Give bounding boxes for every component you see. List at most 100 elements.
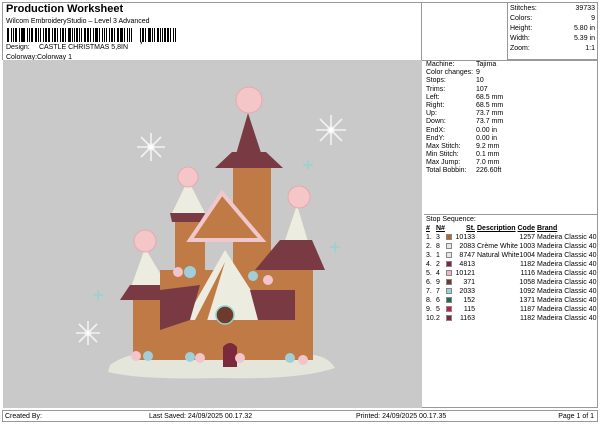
footer: Created By: Last Saved: 24/09/2025 00.17… bbox=[2, 410, 598, 422]
stitch-count: 10133 bbox=[455, 234, 475, 241]
needle-number: 2 bbox=[436, 315, 440, 322]
info-row: Trims: 107 bbox=[424, 86, 598, 94]
info-label: Right: bbox=[426, 101, 445, 109]
thread-description: Natural White bbox=[477, 252, 520, 259]
design-summary: Stitches: 39733 Colors: 9 Height: 5.80 in Widt… bbox=[507, 2, 598, 60]
info-row: Total Bobbin: 226.60ft bbox=[424, 167, 598, 175]
barcode-bar bbox=[126, 28, 128, 42]
details-panel: Machine: Tajima Color changes: 9 Stops: 10 Tri… bbox=[422, 60, 598, 408]
thread-code: 1058 bbox=[519, 279, 535, 286]
stitch-count: 8747 bbox=[459, 252, 475, 259]
color-swatch bbox=[446, 252, 452, 258]
info-label: Width: bbox=[510, 35, 530, 42]
info-value: 0.1 mm bbox=[476, 151, 500, 159]
info-label: Trims: bbox=[426, 85, 446, 93]
info-label: Max Jump: bbox=[426, 159, 461, 167]
design-name: CASTLE CHRISTMAS 5,8IN bbox=[38, 44, 129, 51]
col-brand: Brand bbox=[537, 225, 558, 232]
color-swatch bbox=[446, 297, 452, 303]
created-by: Created By: bbox=[5, 413, 42, 420]
barcode-bar bbox=[92, 28, 94, 42]
table-row: 8. 6 152 1371 Madeira Classic 40 bbox=[424, 296, 598, 305]
needle-number: 7 bbox=[436, 288, 440, 295]
color-swatch bbox=[446, 288, 452, 294]
barcode-bar bbox=[142, 28, 145, 42]
row-index: 6. bbox=[426, 279, 432, 286]
barcode-bar bbox=[81, 28, 83, 42]
stop-sequence-title: Stop Sequence: bbox=[424, 214, 598, 223]
barcode-bar bbox=[111, 28, 114, 42]
needle-number: 8 bbox=[436, 243, 440, 250]
info-row: EndX: 0.00 in bbox=[424, 127, 598, 135]
barcode-bar bbox=[39, 28, 41, 42]
barcode-bar bbox=[98, 28, 100, 42]
row-index: 1. bbox=[426, 234, 432, 241]
info-label: Zoom: bbox=[510, 45, 530, 52]
table-header: # N# St. Description Code Brand bbox=[424, 224, 598, 233]
barcode-bar bbox=[44, 28, 47, 42]
barcode-bar bbox=[128, 28, 131, 42]
info-row: Min Stitch: 0.1 mm bbox=[424, 151, 598, 159]
row-index: 8. bbox=[426, 297, 432, 304]
thread-brand: Madeira Classic 40 bbox=[537, 234, 597, 241]
info-value: 73.7 mm bbox=[476, 110, 504, 118]
info-label: Machine: bbox=[426, 61, 455, 68]
info-value: 73.7 mm bbox=[476, 118, 504, 126]
design-label: Design: bbox=[6, 44, 30, 51]
page-number: Page 1 of 1 bbox=[558, 413, 594, 420]
stitch-count: 4813 bbox=[459, 261, 475, 268]
row-index: 9. bbox=[426, 306, 432, 313]
info-value: 5.39 in bbox=[573, 35, 595, 42]
stitch-count: 152 bbox=[463, 297, 475, 304]
barcode-bar bbox=[12, 28, 14, 42]
software-name: Wilcom EmbroideryStudio – Level 3 Advanc… bbox=[6, 18, 150, 25]
barcode-bar bbox=[22, 28, 26, 42]
col-code: Code bbox=[517, 225, 536, 232]
barcode-bar bbox=[73, 28, 75, 42]
col-description: Description bbox=[477, 225, 516, 232]
needle-number: 1 bbox=[436, 252, 440, 259]
barcode-bar bbox=[10, 28, 12, 42]
barcode-bar bbox=[148, 28, 151, 42]
info-label: Left: bbox=[426, 93, 440, 101]
thread-description bbox=[475, 269, 517, 278]
thread-brand: Madeira Classic 40 bbox=[537, 315, 597, 322]
table-row: 6. 9 371 1058 Madeira Classic 40 bbox=[424, 278, 598, 287]
info-value: 68.5 mm bbox=[476, 101, 504, 109]
barcode-bar bbox=[52, 28, 54, 42]
info-value: 226.60ft bbox=[476, 167, 502, 175]
thread-code: 1257 bbox=[519, 234, 535, 241]
barcode-bar bbox=[42, 28, 44, 42]
table-row: 1. 3 10133 1257 Madeira Classic 40 bbox=[424, 233, 598, 242]
stitch-count: 2083 bbox=[459, 243, 475, 250]
barcode-bar bbox=[47, 28, 51, 42]
color-swatch bbox=[446, 243, 452, 249]
printed-date: Printed: 24/09/2025 00.17.35 bbox=[356, 413, 447, 420]
info-label: Stops: bbox=[426, 77, 446, 85]
needle-number: 5 bbox=[436, 306, 440, 313]
info-value: 39733 bbox=[575, 5, 595, 12]
thread-description bbox=[475, 260, 517, 269]
thread-description: Crème White bbox=[477, 243, 518, 250]
thread-brand: Madeira Classic 40 bbox=[537, 288, 597, 295]
barcode-bar bbox=[31, 28, 33, 42]
barcode-bar bbox=[27, 28, 29, 42]
color-swatch bbox=[446, 270, 452, 276]
info-value: 10 bbox=[476, 77, 484, 85]
barcode-bar bbox=[37, 28, 39, 42]
row-index: 7. bbox=[426, 288, 432, 295]
thread-brand: Madeira Classic 40 bbox=[537, 261, 597, 268]
thread-code: 1182 bbox=[519, 261, 535, 268]
color-swatch bbox=[446, 279, 452, 285]
barcode-bar bbox=[62, 28, 64, 42]
table-row: 7. 7 2033 1092 Madeira Classic 40 bbox=[424, 287, 598, 296]
thread-description bbox=[475, 296, 517, 305]
barcode-bar bbox=[161, 28, 163, 42]
thread-code: 1004 bbox=[519, 252, 535, 259]
needle-number: 4 bbox=[436, 270, 440, 277]
info-label: EndX: bbox=[426, 126, 446, 134]
info-label: Max Stitch: bbox=[426, 142, 461, 150]
stitch-count: 371 bbox=[463, 279, 475, 286]
barcode-bar bbox=[159, 28, 161, 42]
info-row: Down: 73.7 mm bbox=[424, 118, 598, 126]
